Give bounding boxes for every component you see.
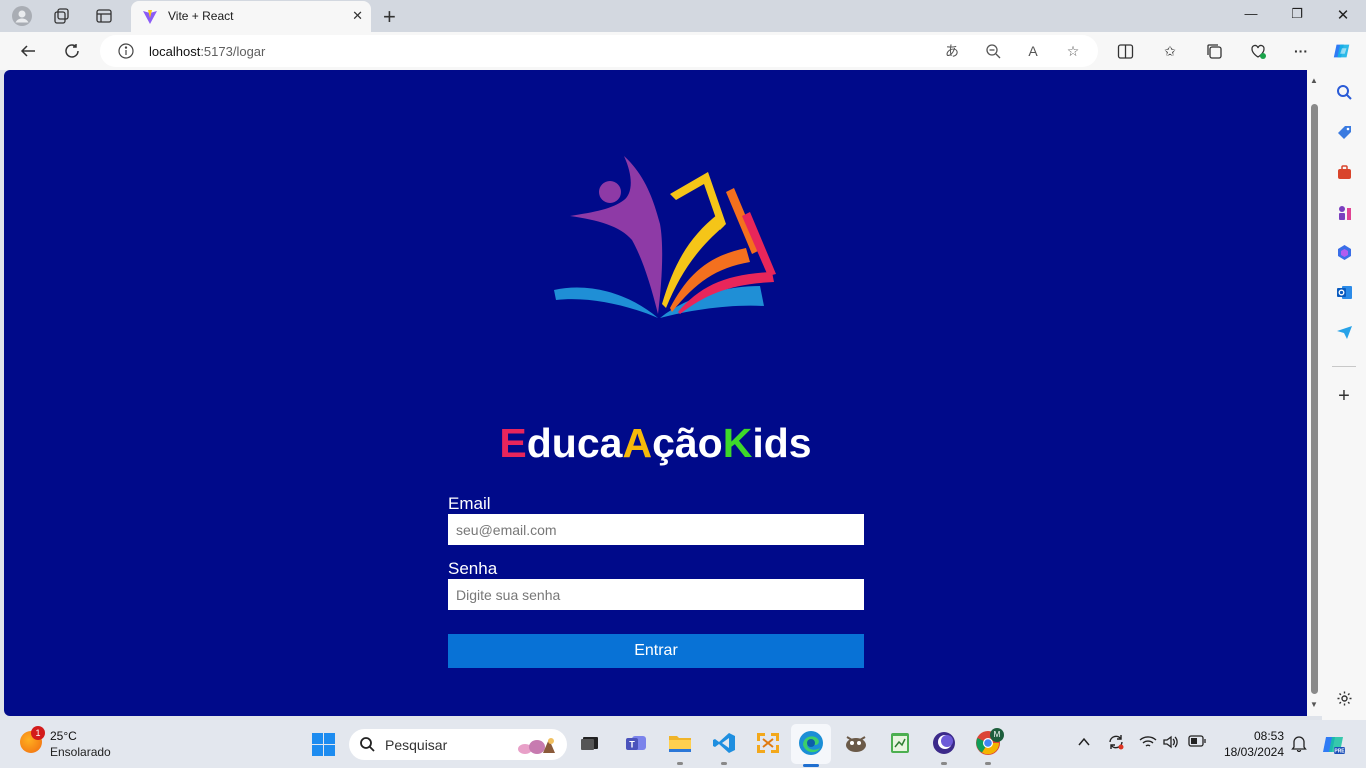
scroll-up-icon[interactable]: ▲ bbox=[1310, 76, 1318, 85]
copilot-icon[interactable] bbox=[1332, 41, 1352, 61]
refresh-button[interactable] bbox=[61, 40, 83, 62]
notification-badge: 1 bbox=[31, 726, 45, 740]
close-window-button[interactable]: ✕ bbox=[1328, 6, 1358, 24]
active-indicator bbox=[803, 764, 819, 767]
collections-icon[interactable] bbox=[1204, 41, 1224, 61]
taskbar-search[interactable]: Pesquisar bbox=[349, 729, 567, 760]
email-label: Email bbox=[448, 494, 491, 513]
browser-toolbar: localhost:5173/logar あ A ☆ ✩ ··· bbox=[0, 32, 1366, 70]
tab-actions-icon[interactable] bbox=[93, 6, 115, 26]
volume-icon[interactable] bbox=[1163, 735, 1179, 752]
chevron-up-icon[interactable] bbox=[1077, 735, 1091, 752]
snipping-tool-icon[interactable] bbox=[755, 730, 781, 756]
notepad-icon[interactable] bbox=[887, 730, 913, 756]
scroll-down-icon[interactable]: ▼ bbox=[1310, 700, 1318, 709]
eclipse-icon[interactable] bbox=[931, 730, 957, 756]
search-placeholder: Pesquisar bbox=[385, 737, 448, 753]
running-indicator bbox=[677, 762, 683, 765]
profile-icon[interactable] bbox=[11, 6, 33, 26]
tab-title: Vite + React bbox=[168, 9, 234, 23]
send-icon[interactable] bbox=[1334, 322, 1354, 342]
settings-gear-icon[interactable] bbox=[1334, 688, 1354, 708]
teams-icon[interactable]: T bbox=[623, 730, 649, 756]
book-logo bbox=[554, 156, 776, 318]
clock-date: 18/03/2024 bbox=[1223, 745, 1284, 759]
favorite-star-icon[interactable]: ☆ bbox=[1064, 42, 1082, 60]
system-clock[interactable]: 08:53 18/03/2024 bbox=[1214, 728, 1284, 760]
edge-sidebar: + bbox=[1322, 70, 1366, 720]
games-icon[interactable] bbox=[1334, 202, 1354, 222]
tab-active[interactable]: Vite + React ✕ bbox=[131, 1, 371, 32]
sync-icon[interactable] bbox=[1107, 733, 1125, 754]
new-tab-button[interactable]: + bbox=[383, 4, 396, 30]
windows-taskbar: 1 25°C Ensolarado Pesquisar T M 08:53 18… bbox=[0, 720, 1366, 768]
clock-time: 08:53 bbox=[1253, 729, 1284, 743]
submit-button[interactable]: Entrar bbox=[448, 634, 864, 668]
wifi-icon[interactable] bbox=[1139, 735, 1157, 752]
password-field[interactable] bbox=[448, 579, 864, 610]
url-text[interactable]: localhost:5173/logar bbox=[149, 44, 265, 59]
brand-title: EducaAçãoKids bbox=[499, 420, 812, 466]
vite-icon bbox=[142, 9, 158, 30]
browser-essentials-icon[interactable] bbox=[1248, 41, 1268, 61]
windows-start-icon[interactable] bbox=[312, 733, 335, 761]
vscode-icon[interactable] bbox=[711, 730, 737, 756]
workspaces-icon[interactable] bbox=[51, 6, 73, 26]
running-indicator bbox=[721, 762, 727, 765]
zoom-out-icon[interactable] bbox=[984, 42, 1002, 60]
tools-icon[interactable] bbox=[1334, 162, 1354, 182]
gimp-icon[interactable] bbox=[843, 730, 869, 756]
profile-badge: M bbox=[990, 728, 1004, 742]
email-field[interactable] bbox=[448, 514, 864, 545]
sidebar-divider bbox=[1332, 366, 1356, 367]
minimize-button[interactable]: — bbox=[1236, 6, 1266, 21]
svg-text:PRE: PRE bbox=[1334, 749, 1345, 755]
search-highlight-icon bbox=[515, 735, 561, 760]
search-icon bbox=[359, 736, 376, 758]
translate-icon[interactable]: あ bbox=[943, 42, 961, 60]
notifications-bell-icon[interactable] bbox=[1291, 734, 1307, 755]
svg-text:T: T bbox=[629, 740, 635, 750]
temperature: 25°C bbox=[50, 729, 77, 743]
microsoft365-icon[interactable] bbox=[1334, 242, 1354, 262]
copilot-taskbar-icon[interactable]: PRE bbox=[1322, 732, 1346, 761]
more-options-icon[interactable]: ··· bbox=[1291, 41, 1311, 61]
battery-icon[interactable] bbox=[1188, 735, 1206, 750]
weather-condition: Ensolarado bbox=[50, 745, 111, 759]
read-aloud-icon[interactable]: A bbox=[1024, 42, 1042, 60]
page-viewport: EducaAçãoKids Email Senha Entrar bbox=[4, 70, 1307, 716]
running-indicator bbox=[985, 762, 991, 765]
page-scrollbar[interactable]: ▲ ▼ bbox=[1307, 70, 1322, 716]
add-icon[interactable]: + bbox=[1334, 385, 1354, 407]
address-bar[interactable]: localhost:5173/logar あ A ☆ bbox=[100, 35, 1098, 67]
task-view-icon[interactable] bbox=[577, 730, 603, 756]
restore-button[interactable]: ❐ bbox=[1282, 6, 1312, 22]
tab-bar: Vite + React ✕ + — ❐ ✕ bbox=[0, 0, 1366, 32]
close-tab-icon[interactable]: ✕ bbox=[352, 8, 363, 24]
site-info-icon[interactable] bbox=[118, 43, 134, 64]
file-explorer-icon[interactable] bbox=[667, 730, 693, 756]
shopping-tag-icon[interactable] bbox=[1334, 122, 1354, 142]
password-label: Senha bbox=[448, 559, 498, 578]
back-button[interactable] bbox=[17, 40, 39, 62]
edge-icon[interactable] bbox=[798, 730, 824, 756]
split-screen-icon[interactable] bbox=[1115, 41, 1135, 61]
outlook-icon[interactable] bbox=[1334, 282, 1354, 302]
running-indicator bbox=[941, 762, 947, 765]
search-icon[interactable] bbox=[1334, 82, 1354, 102]
scroll-thumb[interactable] bbox=[1311, 104, 1318, 694]
favorites-icon[interactable]: ✩ bbox=[1160, 41, 1180, 61]
